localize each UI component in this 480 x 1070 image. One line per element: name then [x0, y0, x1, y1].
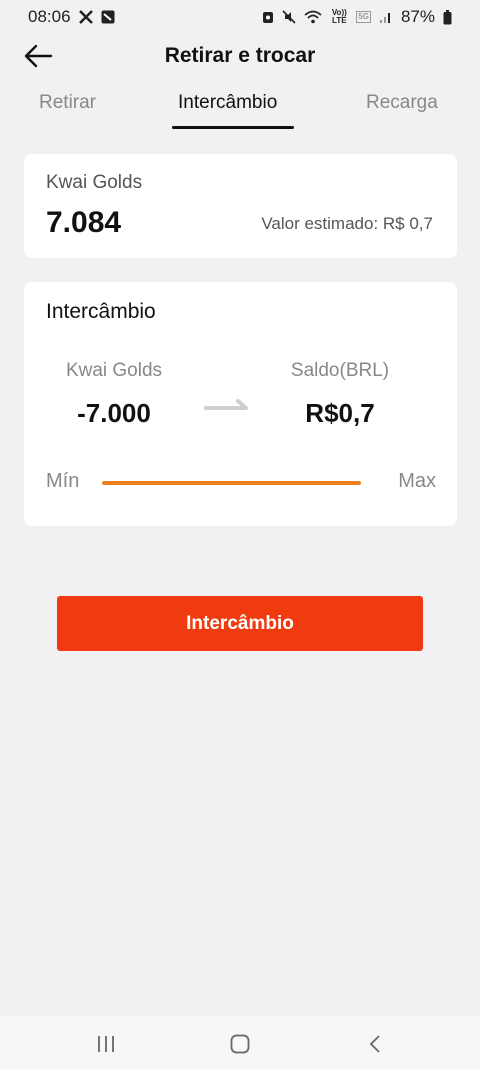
x-app-icon	[78, 10, 93, 24]
exchange-title: Intercâmbio	[46, 300, 156, 323]
exchange-card: Intercâmbio Kwai Golds -7.000 Saldo(BRL)…	[24, 282, 457, 526]
home-button[interactable]	[220, 1030, 260, 1058]
battery-icon	[443, 9, 452, 25]
back-nav-button[interactable]	[355, 1030, 395, 1058]
network-type-icon: 5G	[356, 11, 371, 23]
tab-intercambio[interactable]: Intercâmbio	[178, 92, 277, 114]
slider-max-label[interactable]: Max	[398, 470, 436, 493]
page-header: Retirar e trocar	[0, 34, 480, 78]
exchange-from-value: -7.000	[77, 398, 151, 428]
arrow-left-icon	[24, 44, 53, 68]
mute-icon	[282, 10, 296, 24]
balance-label: Kwai Golds	[46, 172, 143, 193]
amount-slider-row: Mín Max	[46, 470, 436, 496]
slider-min-label: Mín	[46, 470, 80, 492]
page-title: Retirar e trocar	[164, 44, 316, 67]
active-tab-indicator	[172, 126, 294, 129]
system-nav-bar	[0, 1016, 480, 1070]
signal-icon	[379, 10, 393, 24]
tab-bar: Retirar Intercâmbio Recarga	[0, 82, 480, 132]
notification-app-icon	[101, 10, 115, 24]
tab-recarga[interactable]: Recarga	[366, 92, 438, 114]
exchange-to: Saldo(BRL) R$0,7	[260, 360, 420, 429]
chevron-left-icon	[369, 1035, 380, 1053]
exchange-to-label: Saldo(BRL)	[290, 360, 390, 381]
home-icon	[230, 1034, 250, 1054]
alarm-icon	[262, 10, 274, 24]
tab-retirar[interactable]: Retirar	[39, 92, 96, 114]
balance-card: Kwai Golds 7.084 Valor estimado: R$ 0,7	[24, 154, 457, 258]
amount-slider[interactable]	[102, 481, 361, 485]
status-time: 08:06	[28, 7, 71, 26]
volte-icon: Vo)) LTE	[331, 8, 347, 25]
exchange-to-value: R$0,7	[305, 398, 375, 428]
status-left: 08:06	[28, 7, 115, 27]
recent-apps-button[interactable]	[86, 1030, 126, 1058]
battery-percent: 87%	[400, 7, 435, 26]
estimated-value: Valor estimado: R$ 0,7	[261, 214, 433, 233]
exchange-from-label: Kwai Golds	[65, 360, 163, 381]
balance-value: 7.084	[46, 206, 122, 239]
status-right: Vo)) LTE 5G 87%	[262, 7, 452, 27]
back-button[interactable]	[18, 38, 58, 74]
wifi-icon	[304, 10, 322, 24]
recent-apps-icon	[98, 1036, 114, 1052]
exchange-arrow-icon	[204, 398, 250, 419]
status-bar: 08:06 Vo)) LTE 5G 87%	[0, 0, 480, 34]
exchange-button[interactable]: Intercâmbio	[57, 596, 423, 651]
exchange-from: Kwai Golds -7.000	[34, 360, 194, 429]
